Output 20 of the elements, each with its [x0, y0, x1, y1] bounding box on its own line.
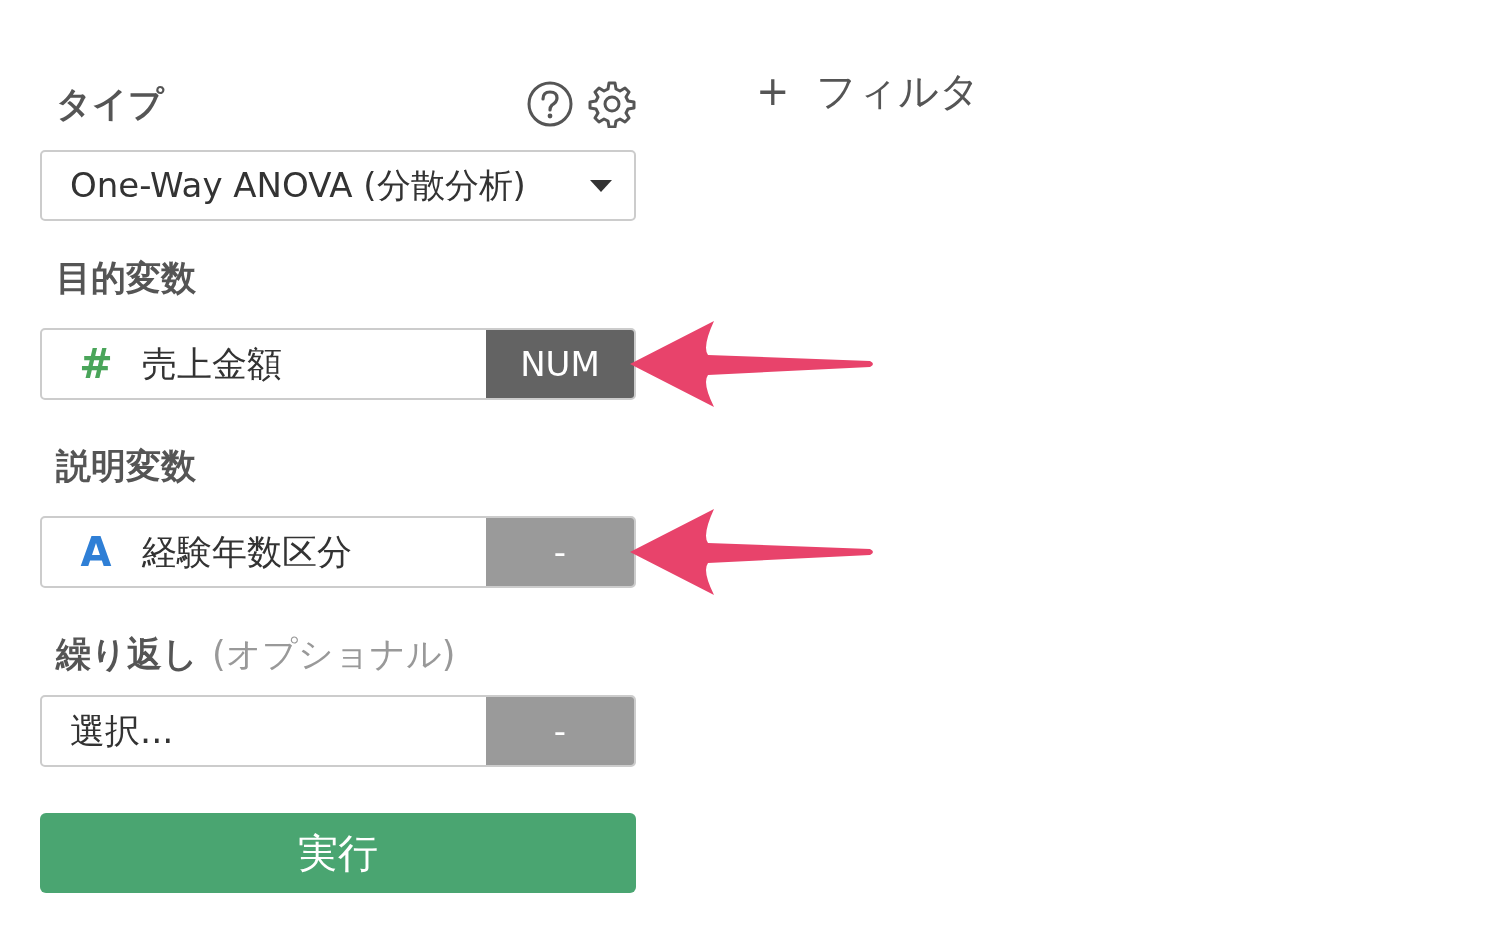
variable-input[interactable]: 選択... — [42, 710, 486, 752]
caret-icon — [590, 179, 612, 192]
type-label: タイプ — [56, 82, 166, 126]
field-label: 繰り返し — [56, 633, 198, 676]
help-icon[interactable] — [526, 80, 574, 128]
field-value: 経験年数区分 — [142, 530, 353, 574]
type-dropdown[interactable]: One-Way ANOVA (分散分析) — [40, 150, 636, 221]
variable-select[interactable]: # 売上金額 NUM — [40, 328, 636, 400]
type-icon: # — [66, 341, 126, 387]
type-badge: - — [486, 697, 634, 765]
type-icon: A — [66, 529, 126, 575]
field-label: 目的変数 — [56, 257, 196, 300]
optional-note: (オプショナル) — [212, 633, 456, 676]
type-badge: NUM — [486, 330, 634, 398]
filter-button[interactable]: + フィルタ — [756, 64, 980, 119]
variable-select[interactable]: A 経験年数区分 - — [40, 516, 636, 588]
field-value: 売上金額 — [142, 342, 283, 386]
field-label: 説明変数 — [56, 445, 196, 488]
settings-icon[interactable] — [588, 80, 636, 128]
type-badge: - — [486, 518, 634, 586]
